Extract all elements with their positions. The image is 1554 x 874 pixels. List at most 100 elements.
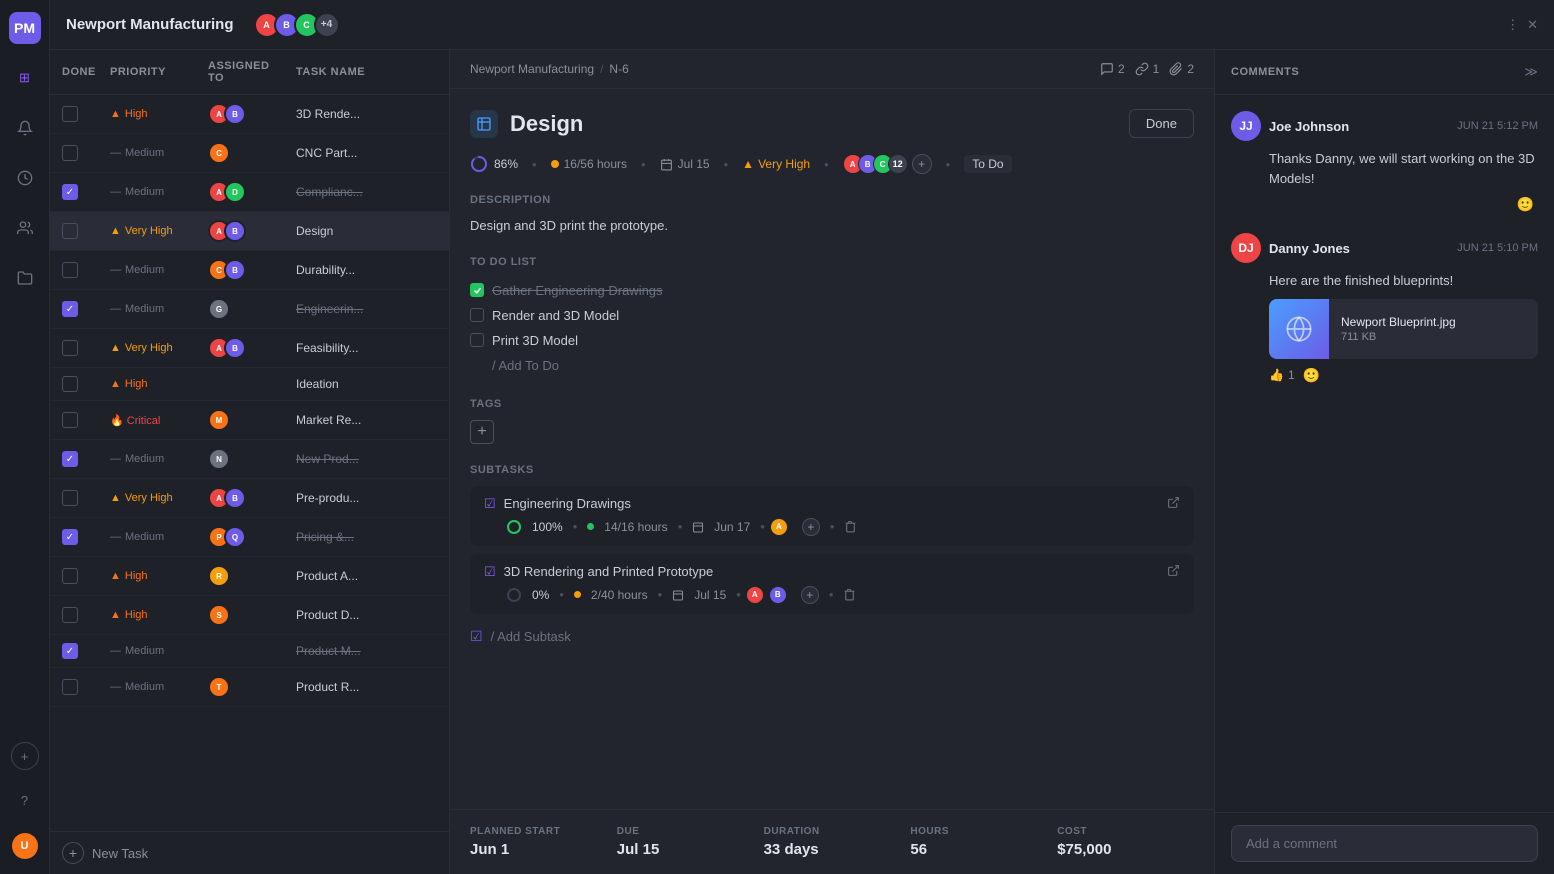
subtask-hours-dot — [574, 591, 581, 598]
task-list-body: ▲ High AB 3D Rende... — Medium C CNC Par… — [50, 95, 449, 831]
table-row[interactable]: ▲ High Ideation — [50, 368, 449, 401]
task-checkbox[interactable] — [62, 262, 78, 278]
table-row[interactable]: ✓ — Medium PQ Pricing &... — [50, 518, 449, 557]
subtask-name[interactable]: Engineering Drawings — [504, 496, 1159, 511]
avatar: B — [224, 259, 246, 281]
task-checkbox[interactable]: ✓ — [62, 451, 78, 467]
task-checkbox[interactable] — [62, 679, 78, 695]
task-checkbox[interactable] — [62, 223, 78, 239]
sidebar-user-btn[interactable]: U — [9, 830, 41, 862]
table-row[interactable]: ▲ Very High AB Design — [50, 212, 449, 251]
sidebar-item-home[interactable]: ⊞ — [9, 62, 41, 94]
comment-count[interactable]: 2 — [1100, 62, 1125, 76]
sidebar-logo[interactable]: PM — [9, 12, 41, 44]
subtask-header: ☑ 3D Rendering and Printed Prototype — [484, 564, 1180, 580]
subtask-add-assignee[interactable]: + — [801, 586, 819, 604]
avatar: N — [208, 448, 230, 470]
todo-item[interactable]: Gather Engineering Drawings — [470, 278, 1194, 303]
task-checkbox[interactable] — [62, 412, 78, 428]
priority-badge: ▲ Very High — [110, 342, 200, 354]
subtask-meta: 0% • 2/40 hours • Jul 15 • A B + • — [484, 586, 1180, 604]
task-checkbox[interactable] — [62, 106, 78, 122]
cost-value: $75,000 — [1057, 841, 1194, 858]
subtask-delete-icon[interactable] — [843, 588, 856, 601]
subtask-open-icon[interactable] — [1167, 564, 1180, 580]
add-todo-button[interactable]: / Add To Do — [470, 353, 1194, 378]
footer-hours: HOURS 56 — [910, 826, 1047, 858]
comment-header: DJ Danny Jones JUN 21 5:10 PM — [1231, 233, 1538, 263]
priority-badge: 🔥 Critical — [110, 414, 200, 427]
sidebar-item-people[interactable] — [9, 212, 41, 244]
table-row[interactable]: — Medium T Product R... — [50, 668, 449, 707]
add-reaction-icon[interactable]: 🙂 — [1517, 196, 1534, 213]
sidebar-item-notifications[interactable] — [9, 112, 41, 144]
todo-item[interactable]: Print 3D Model — [470, 328, 1194, 353]
detail-footer: PLANNED START Jun 1 DUE Jul 15 DURATION … — [450, 809, 1214, 874]
sidebar-item-clock[interactable] — [9, 162, 41, 194]
add-tag-button[interactable]: + — [470, 420, 494, 444]
main-container: Newport Manufacturing A B C +4 ⋮ ✕ DONE … — [50, 0, 1554, 874]
links-count[interactable]: 1 — [1135, 62, 1160, 76]
attachment-thumbnail — [1269, 299, 1329, 359]
meta-status[interactable]: To Do — [964, 155, 1011, 173]
task-checkbox[interactable] — [62, 145, 78, 161]
task-checkbox[interactable] — [62, 490, 78, 506]
comment-input[interactable] — [1231, 825, 1538, 862]
table-row[interactable]: ✓ — Medium Product M... — [50, 635, 449, 668]
more-options-icon[interactable]: ⋮ — [1506, 17, 1519, 33]
breadcrumb-project[interactable]: Newport Manufacturing — [470, 62, 594, 76]
subtask-open-icon[interactable] — [1167, 496, 1180, 512]
subtask-name[interactable]: 3D Rendering and Printed Prototype — [504, 564, 1159, 579]
close-icon[interactable]: ✕ — [1527, 17, 1538, 33]
table-row[interactable]: ✓ — Medium AD Complianc... — [50, 173, 449, 212]
avatar: S — [208, 604, 230, 626]
task-checkbox[interactable]: ✓ — [62, 529, 78, 545]
cost-label: COST — [1057, 826, 1194, 837]
table-row[interactable]: ▲ High AB 3D Rende... — [50, 95, 449, 134]
task-checkbox[interactable]: ✓ — [62, 184, 78, 200]
table-row[interactable]: ▲ High R Product A... — [50, 557, 449, 596]
table-row[interactable]: — Medium CB Durability... — [50, 251, 449, 290]
new-task-button[interactable]: + New Task — [62, 842, 437, 864]
table-row[interactable]: ▲ High S Product D... — [50, 596, 449, 635]
task-checkbox[interactable] — [62, 607, 78, 623]
table-row[interactable]: 🔥 Critical M Market Re... — [50, 401, 449, 440]
subtask-assignee-avatar[interactable]: B — [769, 586, 787, 604]
task-checkbox[interactable] — [62, 340, 78, 356]
table-row[interactable]: ✓ — Medium N New Prod... — [50, 440, 449, 479]
add-assignee-button[interactable]: + — [912, 154, 932, 174]
sidebar-add-btn[interactable]: + — [11, 742, 39, 770]
assignee-avatar[interactable]: 12 — [888, 154, 908, 174]
subtask-item: ☑ Engineering Drawings 100% • — [470, 486, 1194, 546]
task-checkbox[interactable] — [62, 376, 78, 392]
task-checkbox[interactable]: ✓ — [62, 643, 78, 659]
subtask-assignee-avatar[interactable]: A — [770, 518, 788, 536]
done-button[interactable]: Done — [1129, 109, 1194, 138]
add-subtask-button[interactable]: ☑ / Add Subtask — [470, 622, 1194, 651]
subtask-delete-icon[interactable] — [844, 520, 857, 533]
todo-item[interactable]: Render and 3D Model — [470, 303, 1194, 328]
sidebar-help-btn[interactable]: ? — [9, 784, 41, 816]
table-row[interactable]: — Medium C CNC Part... — [50, 134, 449, 173]
subtask-icon: ☑ — [484, 496, 496, 512]
task-checkbox[interactable] — [62, 568, 78, 584]
todo-checkbox[interactable] — [470, 308, 484, 322]
comments-expand-icon[interactable]: ≫ — [1524, 64, 1538, 80]
attachments-count[interactable]: 2 — [1169, 62, 1194, 76]
add-reaction-icon[interactable]: 🙂 — [1303, 367, 1320, 384]
reaction-thumbsup[interactable]: 👍 1 — [1269, 368, 1295, 382]
sidebar-item-folder[interactable] — [9, 262, 41, 294]
meta-priority[interactable]: ▲ Very High — [742, 157, 810, 171]
comment-attachment[interactable]: Newport Blueprint.jpg 711 KB — [1269, 299, 1538, 359]
table-row[interactable]: ✓ — Medium G Engineerin... — [50, 290, 449, 329]
todo-checkbox[interactable] — [470, 333, 484, 347]
subtask-add-assignee[interactable]: + — [802, 518, 820, 536]
task-checkbox[interactable]: ✓ — [62, 301, 78, 317]
table-row[interactable]: ▲ Very High AB Feasibility... — [50, 329, 449, 368]
table-row[interactable]: ▲ Very High AB Pre-produ... — [50, 479, 449, 518]
subtasks-label: SUBTASKS — [470, 464, 1194, 476]
header-icons: ⋮ ✕ — [1506, 17, 1538, 33]
subtask-assignee-avatar[interactable]: A — [746, 586, 764, 604]
priority-badge: ▲ High — [110, 609, 200, 621]
avatar-more[interactable]: +4 — [314, 12, 340, 38]
